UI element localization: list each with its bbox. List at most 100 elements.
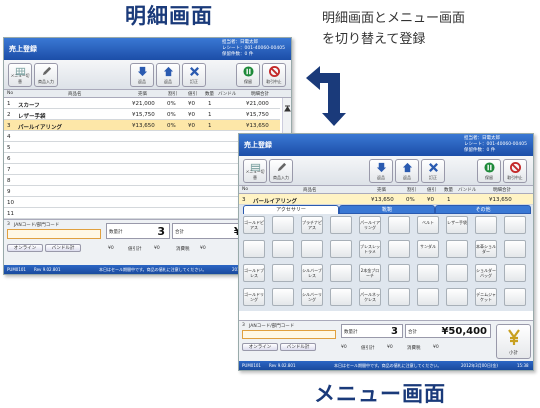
product-key[interactable] xyxy=(330,288,352,306)
product-key[interactable]: シルバーブレス xyxy=(301,264,323,282)
action-button-1[interactable]: 返品 xyxy=(369,159,393,183)
hold-button[interactable]: 保留 xyxy=(477,159,501,183)
col-amount: 明細合計 xyxy=(251,92,269,97)
product-key[interactable]: 2本金ブローチ xyxy=(359,264,381,282)
stock-label: 保留件数 xyxy=(222,52,241,57)
product-key[interactable] xyxy=(446,240,468,258)
product-entry-button[interactable]: 商品入力 xyxy=(34,63,58,87)
product-key[interactable] xyxy=(330,216,352,234)
grand-total-value: ¥50,400 xyxy=(441,326,487,337)
tab-other[interactable]: その他 xyxy=(435,205,531,214)
product-key[interactable]: 本革ショルダー xyxy=(475,240,497,258)
product-key[interactable] xyxy=(272,264,294,282)
table-row-selected[interactable]: 3 パールイアリング ¥13,650 0% ¥0 1 ¥13,650 xyxy=(4,120,280,131)
table-row[interactable]: 1 スカーフ ¥21,000 0% ¥0 1 ¥21,000 xyxy=(4,98,280,109)
cross-icon xyxy=(190,67,199,76)
discount-total-label: 値引計 xyxy=(128,247,142,252)
product-key[interactable] xyxy=(272,240,294,258)
product-key[interactable] xyxy=(388,288,410,306)
down-arrow-icon xyxy=(376,162,387,173)
product-key[interactable] xyxy=(301,240,323,258)
cancel-transaction-button[interactable]: 取引中止 xyxy=(262,63,286,87)
menu-area: アクセサリー 靴鞄 その他 ゴールドピアス プラチナピアス パールイアリング ベルトレ… xyxy=(239,205,533,311)
product-key[interactable]: サンダル xyxy=(417,240,439,258)
row-qty: 1 xyxy=(447,197,451,203)
row-total: ¥15,750 xyxy=(246,112,269,118)
action-button-2[interactable]: 返品 xyxy=(156,63,180,87)
tax-label: 消費税 xyxy=(407,346,421,351)
product-key[interactable]: ゴールドブレス xyxy=(243,264,265,282)
product-key[interactable]: プラチナピアス xyxy=(301,216,323,234)
yen-icon xyxy=(508,329,520,345)
col-bundle: バンドル xyxy=(218,92,237,97)
online-button[interactable]: オンライン xyxy=(242,343,278,351)
row-no: 7 xyxy=(7,167,11,173)
qty-total-field: 数量計 3 xyxy=(341,324,403,338)
product-entry-button[interactable]: 商品入力 xyxy=(269,159,293,183)
product-key[interactable] xyxy=(243,240,265,258)
row-pct: 0% xyxy=(167,112,176,118)
product-key[interactable] xyxy=(330,264,352,282)
product-key[interactable]: ブレスレットラメ xyxy=(359,240,381,258)
row-amt: ¥0 xyxy=(427,197,434,203)
row-qty: 1 xyxy=(208,112,212,118)
product-key[interactable] xyxy=(504,216,526,234)
product-key[interactable] xyxy=(330,240,352,258)
product-key[interactable]: レザー手袋 xyxy=(446,216,468,234)
code-input[interactable] xyxy=(242,330,336,339)
product-key[interactable] xyxy=(388,240,410,258)
cancel-label: 取引中止 xyxy=(507,175,523,180)
product-key[interactable] xyxy=(504,264,526,282)
product-key[interactable] xyxy=(446,288,468,306)
bundle-total-value: ¥0 xyxy=(108,246,114,251)
action-button-2[interactable]: 返品 xyxy=(395,159,419,183)
table-row[interactable]: 2 レザー手袋 ¥15,750 0% ¥0 1 ¥15,750 xyxy=(4,109,280,120)
stock-value: 0 件 xyxy=(244,52,254,57)
tab-shoes-bags[interactable]: 靴鞄 xyxy=(339,205,435,214)
row-qty: 1 xyxy=(208,123,212,129)
online-button[interactable]: オンライン xyxy=(7,244,43,252)
product-key[interactable]: パールネックレス xyxy=(359,288,381,306)
product-key[interactable]: デニムジャケット xyxy=(475,288,497,306)
pen-icon xyxy=(42,66,52,76)
product-key[interactable] xyxy=(272,288,294,306)
hold-button[interactable]: 保留 xyxy=(236,63,260,87)
row-amt: ¥0 xyxy=(188,123,195,129)
row-no: 4 xyxy=(7,134,11,140)
product-key[interactable]: パールイアリング xyxy=(359,216,381,234)
menu-switch-button[interactable]: メニュー切替 xyxy=(8,63,32,87)
product-key[interactable] xyxy=(388,264,410,282)
correction-button[interactable]: 訂正 xyxy=(182,63,206,87)
action-button-1[interactable]: 返品 xyxy=(130,63,154,87)
status-bar: PUM0101 Rev 9.02.801 本日はセール期間中です。商品の値札に注… xyxy=(239,361,533,370)
menu-switch-label: メニュー切替 xyxy=(245,169,265,180)
product-key[interactable]: ゴールドリング xyxy=(243,288,265,306)
detail-screen-caption: 明細画面 xyxy=(125,4,213,28)
product-key[interactable] xyxy=(504,240,526,258)
product-key[interactable]: シルバーリング xyxy=(301,288,323,306)
current-item-row[interactable]: 3 パールイアリング ¥13,650 0% ¥0 1 ¥13,650 xyxy=(239,194,533,205)
product-key[interactable] xyxy=(446,264,468,282)
product-key[interactable] xyxy=(388,216,410,234)
row-no: 9 xyxy=(7,189,11,195)
product-key[interactable] xyxy=(504,288,526,306)
row-qty: 1 xyxy=(208,101,212,107)
product-key[interactable]: ショルダーバッグ xyxy=(475,264,497,282)
product-key[interactable]: ベルト xyxy=(417,216,439,234)
product-key[interactable] xyxy=(475,216,497,234)
row-name: パールイアリング xyxy=(18,125,63,131)
row-no: 1 xyxy=(7,101,11,107)
correction-button[interactable]: 訂正 xyxy=(421,159,445,183)
product-key[interactable] xyxy=(272,216,294,234)
product-key[interactable] xyxy=(417,264,439,282)
col-no: No xyxy=(242,187,249,192)
tab-accessory[interactable]: アクセサリー xyxy=(243,205,339,214)
window-title: 売上登録 xyxy=(244,141,272,149)
product-key[interactable] xyxy=(417,288,439,306)
code-input[interactable] xyxy=(7,229,101,239)
product-key[interactable]: ゴールドピアス xyxy=(243,216,265,234)
subtotal-button[interactable]: 小計 xyxy=(496,324,531,359)
cancel-transaction-button[interactable]: 取引中止 xyxy=(503,159,527,183)
menu-switch-button[interactable]: メニュー切替 xyxy=(243,159,267,183)
row-no: 2 xyxy=(7,112,11,118)
